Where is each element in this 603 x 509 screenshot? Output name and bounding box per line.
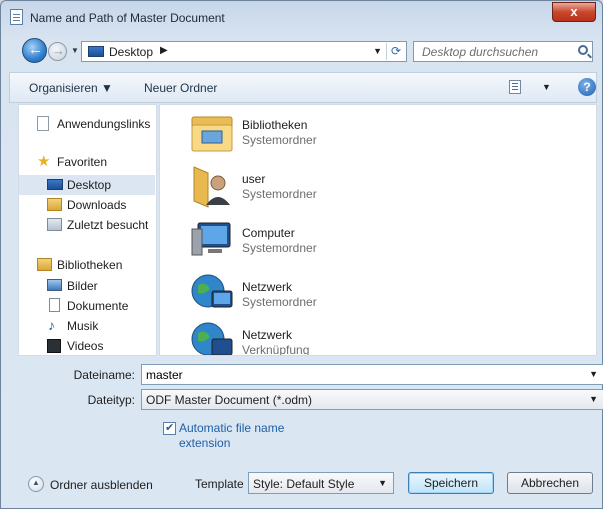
libraries-folder-icon [191, 116, 233, 152]
cancel-button[interactable]: Abbrechen [507, 472, 593, 494]
list-item-bibliotheken[interactable]: Bibliotheken Systemordner [188, 109, 568, 159]
new-folder-button[interactable]: Neuer Ordner [144, 81, 217, 95]
nav-item-bibliotheken[interactable]: Bibliotheken [19, 255, 155, 275]
search-input[interactable] [414, 42, 570, 61]
nav-item-label: Musik [67, 319, 99, 333]
save-dialog-window: Name and Path of Master Document x ▼ Des… [0, 0, 603, 509]
chevron-down-icon[interactable]: ▼ [589, 394, 598, 404]
search-icon[interactable] [578, 45, 588, 55]
chevron-down-icon[interactable]: ▼ [373, 46, 382, 56]
hide-folders-toggle[interactable]: Ordner ausblenden [28, 475, 168, 495]
filename-label: Dateiname: [73, 368, 135, 382]
history-dropdown-icon[interactable]: ▼ [71, 46, 79, 55]
nav-item-label: Favoriten [57, 155, 108, 169]
filetype-select[interactable]: ODF Master Document (*.odm) ▼ [141, 389, 603, 410]
list-item-computer[interactable]: Computer Systemordner [188, 217, 568, 267]
nav-item-label: Videos [67, 339, 104, 353]
filename-field[interactable]: ▼ [141, 364, 603, 385]
file-type: Systemordner [242, 187, 317, 201]
desktop-icon [47, 179, 63, 190]
search-box[interactable] [413, 41, 593, 62]
computer-icon [191, 222, 231, 256]
nav-item-label: Anwendungslinks [57, 117, 151, 131]
help-icon[interactable]: ? [578, 78, 596, 96]
list-item-netzwerk-shortcut[interactable]: Netzwerk Verknüpfung [188, 319, 568, 356]
nav-item-favoriten[interactable]: ★ Favoriten [19, 152, 155, 172]
nav-item-anwendungslinks[interactable]: Anwendungslinks [19, 114, 155, 134]
title-bar: Name and Path of Master Document x [1, 1, 602, 31]
file-type: Verknüpfung [242, 343, 310, 356]
pictures-icon [47, 279, 62, 291]
navigation-scrollbar[interactable]: ▲ [156, 105, 157, 356]
chevron-down-icon[interactable]: ▼ [542, 82, 551, 92]
auto-extension-label[interactable]: Automatic file name extension [179, 421, 299, 451]
file-type: Systemordner [242, 241, 317, 255]
nav-item-desktop[interactable]: Desktop [19, 175, 155, 195]
save-button[interactable]: Speichern [408, 472, 494, 494]
auto-extension-option[interactable]: Automatic file name extension [163, 421, 363, 451]
nav-item-bilder[interactable]: Bilder [19, 276, 155, 296]
network-icon [191, 274, 233, 308]
file-name: Netzwerk [242, 280, 293, 294]
desktop-icon [88, 46, 104, 57]
nav-item-label: Dokumente [67, 299, 129, 313]
document-icon [37, 116, 49, 131]
nav-item-label: Zuletzt besucht [67, 218, 149, 232]
file-type: Systemordner [242, 133, 317, 147]
organize-button[interactable]: Organisieren ▼ [29, 81, 113, 95]
nav-item-videos[interactable]: Videos [19, 336, 155, 355]
template-select[interactable]: Style: Default Style ▼ [248, 472, 394, 494]
file-name: user [242, 172, 266, 186]
documents-icon [49, 298, 60, 312]
window-title: Name and Path of Master Document [30, 11, 225, 25]
chevron-down-icon[interactable]: ▼ [378, 478, 387, 488]
back-arrow-icon[interactable] [22, 38, 47, 63]
nav-item-dokumente[interactable]: Dokumente [19, 296, 155, 316]
template-value[interactable]: Style: Default Style [253, 477, 354, 491]
chevron-up-icon[interactable] [28, 476, 44, 492]
forward-arrow-icon[interactable] [48, 42, 67, 61]
file-list: Bibliotheken Systemordner user Systemord… [159, 104, 597, 356]
list-item-user[interactable]: user Systemordner [188, 163, 568, 213]
close-button[interactable]: x [552, 2, 596, 22]
document-icon [10, 9, 23, 25]
refresh-icon[interactable]: ⟳ [386, 43, 405, 60]
file-name: Netzwerk [242, 328, 293, 342]
nav-item-label: Downloads [67, 198, 127, 212]
template-label: Template [195, 477, 244, 491]
videos-icon [47, 339, 61, 353]
nav-item-label: Bibliotheken [57, 258, 123, 272]
star-icon: ★ [37, 153, 51, 170]
filetype-value[interactable]: ODF Master Document (*.odm) [146, 393, 312, 407]
recent-places-icon [47, 218, 62, 231]
view-options-icon[interactable] [509, 80, 521, 94]
command-bar: Organisieren ▼ Neuer Ordner ▼ ? [9, 72, 597, 103]
nav-item-downloads[interactable]: Downloads [19, 195, 155, 215]
nav-item-zuletzt-besucht[interactable]: Zuletzt besucht [19, 215, 155, 235]
hide-folders-label[interactable]: Ordner ausblenden [50, 478, 153, 492]
chevron-right-icon[interactable]: ▶ [160, 45, 168, 56]
file-type: Systemordner [242, 295, 317, 309]
filename-input[interactable] [142, 365, 582, 384]
chevron-down-icon[interactable]: ▼ [589, 369, 598, 379]
user-folder-icon [193, 166, 230, 208]
nav-item-musik[interactable]: ♪ Musik [19, 316, 155, 336]
libraries-icon [37, 258, 52, 271]
navigation-pane: Anwendungslinks ★ Favoriten Desktop Down… [18, 104, 157, 356]
filetype-label: Dateityp: [87, 393, 135, 407]
nav-item-label: Desktop [67, 178, 112, 192]
downloads-folder-icon [47, 198, 62, 211]
nav-item-label: Bilder [67, 279, 98, 293]
list-item-netzwerk[interactable]: Netzwerk Systemordner [188, 271, 568, 321]
auto-extension-checkbox[interactable] [163, 421, 176, 435]
address-location[interactable]: Desktop [109, 45, 153, 59]
address-bar[interactable]: Desktop ▶ ▼ ⟳ [81, 41, 407, 62]
file-name: Computer [242, 226, 295, 240]
file-name: Bibliotheken [242, 118, 308, 132]
network-shortcut-icon [191, 322, 233, 355]
music-icon: ♪ [48, 317, 55, 333]
